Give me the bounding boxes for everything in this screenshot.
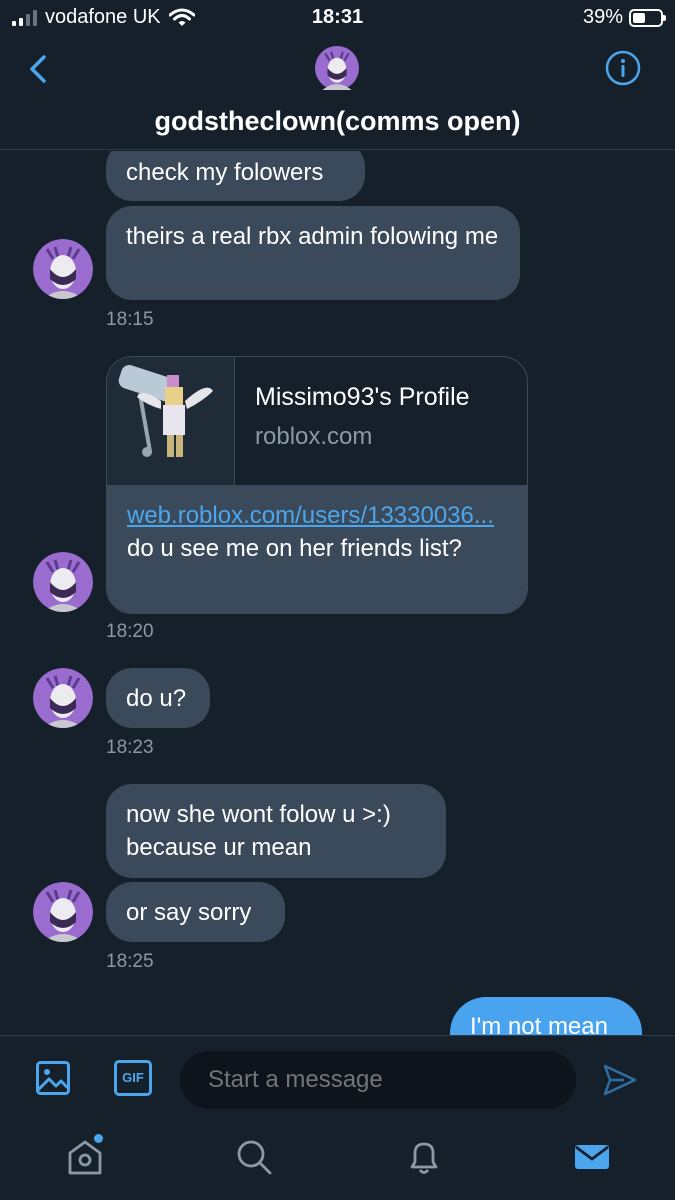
link-thumbnail	[107, 357, 235, 485]
conversation-title[interactable]: godstheclown(comms open)	[0, 106, 675, 137]
timestamp: 18:23	[106, 737, 154, 758]
image-icon[interactable]	[35, 1060, 71, 1096]
home-notification-dot	[94, 1134, 103, 1143]
timestamp: 18:20	[106, 621, 154, 642]
home-icon[interactable]	[65, 1137, 105, 1177]
clock: 18:31	[311, 6, 364, 28]
message-text: web.roblox.com/users/13330036... do u se…	[107, 485, 527, 613]
battery-icon	[629, 8, 666, 27]
sender-avatar[interactable]	[33, 239, 93, 299]
message-composer: GIF	[0, 1035, 675, 1121]
message-text-tail: do u see me on her friends list?	[127, 535, 462, 562]
notifications-icon[interactable]	[404, 1137, 444, 1177]
sender-avatar[interactable]	[33, 552, 93, 612]
outgoing-message-bubble[interactable]: I'm not mean	[450, 997, 642, 1035]
gif-icon[interactable]: GIF	[114, 1060, 152, 1096]
info-icon[interactable]	[605, 50, 641, 86]
message-list[interactable]: check my folowers theirs a real rbx admi…	[0, 151, 675, 1035]
send-icon[interactable]	[602, 1062, 638, 1098]
timestamp: 18:15	[106, 309, 154, 330]
sender-avatar[interactable]	[33, 668, 93, 728]
message-bubble[interactable]: check my folowers	[106, 151, 365, 201]
link-title: Missimo93's Profile	[255, 383, 470, 411]
sender-avatar[interactable]	[33, 882, 93, 942]
messages-icon[interactable]	[572, 1137, 612, 1177]
status-bar: vodafone UK 18:31 39%	[0, 0, 675, 36]
battery-area: 39%	[582, 6, 666, 29]
message-input[interactable]	[180, 1051, 576, 1109]
timestamp: 18:25	[106, 951, 154, 972]
conversation-header: godstheclown(comms open)	[0, 36, 675, 150]
link-preview-card[interactable]: Missimo93's Profile roblox.com web.roblo…	[106, 356, 528, 614]
link-domain: roblox.com	[255, 423, 373, 450]
search-icon[interactable]	[234, 1137, 274, 1177]
tab-bar	[0, 1121, 675, 1200]
header-avatar[interactable]	[315, 46, 359, 90]
back-icon[interactable]	[24, 52, 54, 86]
battery-percent: 39%	[582, 6, 623, 28]
message-bubble[interactable]: or say sorry	[106, 882, 285, 942]
message-bubble[interactable]: theirs a real rbx admin folowing me	[106, 206, 520, 300]
message-bubble[interactable]: now she wont folow u >:) because ur mean	[106, 784, 446, 878]
roblox-avatar-image	[118, 365, 213, 457]
message-link[interactable]: web.roblox.com/users/13330036...	[127, 502, 494, 529]
message-bubble[interactable]: do u?	[106, 668, 210, 728]
